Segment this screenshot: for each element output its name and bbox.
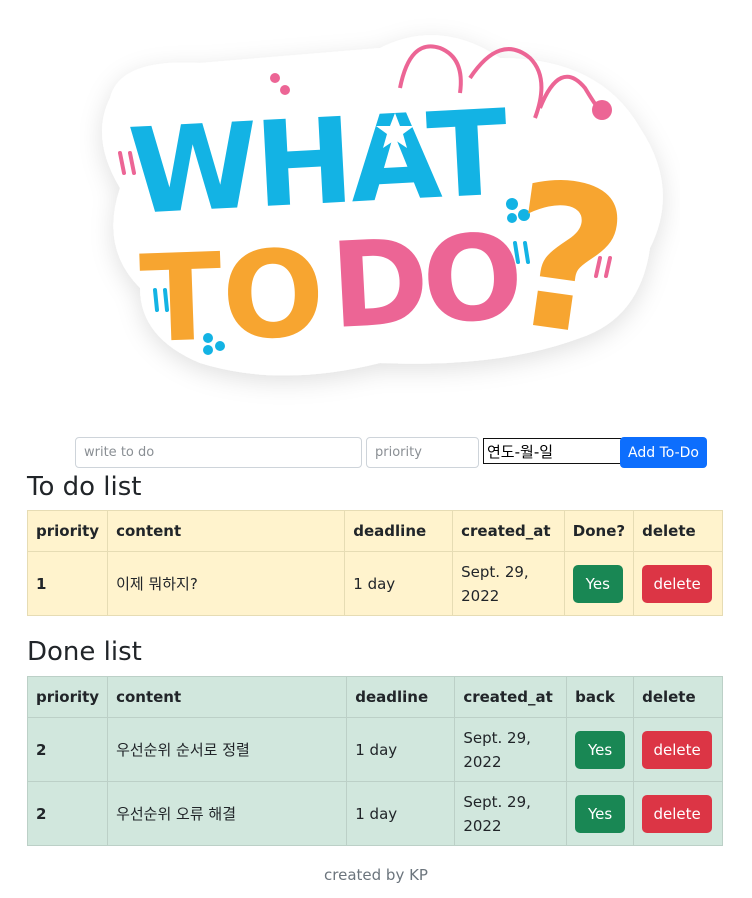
- col-deadline: deadline: [346, 676, 456, 718]
- priority-input[interactable]: [366, 437, 479, 468]
- add-todo-button[interactable]: Add To-Do: [620, 437, 707, 468]
- col-back: back: [566, 676, 635, 718]
- delete-button[interactable]: delete: [642, 794, 713, 833]
- todo-table: priority content deadline created_at Don…: [26, 510, 723, 616]
- table-row: 1 이제 뭐하지? 1 day Sept. 29, 2022 Yes delet…: [26, 551, 723, 616]
- col-deadline: deadline: [344, 510, 454, 552]
- deadline-cell: 1 day: [346, 781, 456, 846]
- what-to-do-logo: WHAT TO DO ?: [80, 18, 680, 418]
- delete-cell: delete: [633, 717, 723, 782]
- created-at-cell: Sept. 29, 2022: [452, 551, 565, 616]
- created-year: 2022: [461, 586, 500, 605]
- done-yes-button[interactable]: Yes: [572, 564, 623, 603]
- delete-cell: delete: [633, 551, 723, 616]
- content-cell: 우선순위 오류 해결: [107, 781, 348, 846]
- deadline-cell: 1 day: [344, 551, 454, 616]
- priority-cell: 2: [26, 717, 109, 782]
- todo-list-heading: To do list: [27, 472, 142, 502]
- created-date: Sept. 29,: [463, 728, 531, 747]
- delete-button[interactable]: delete: [642, 730, 713, 769]
- col-created-at: created_at: [454, 676, 568, 718]
- todo-input[interactable]: [75, 437, 362, 468]
- footer-credit: created by KP: [324, 866, 428, 884]
- done-table: priority content deadline created_at bac…: [26, 676, 723, 846]
- col-priority: priority: [26, 510, 109, 552]
- col-created-at: created_at: [452, 510, 565, 552]
- created-date: Sept. 29,: [461, 562, 529, 581]
- content-cell: 이제 뭐하지?: [107, 551, 346, 616]
- col-content: content: [107, 510, 346, 552]
- back-yes-button[interactable]: Yes: [575, 794, 626, 833]
- delete-cell: delete: [633, 781, 723, 846]
- created-year: 2022: [463, 816, 502, 835]
- created-at-cell: Sept. 29, 2022: [454, 717, 568, 782]
- created-at-cell: Sept. 29, 2022: [454, 781, 568, 846]
- table-header-row: priority content deadline created_at Don…: [26, 510, 723, 552]
- col-content: content: [107, 676, 348, 718]
- done-cell: Yes: [563, 551, 635, 616]
- created-year: 2022: [463, 752, 502, 771]
- col-done: Done?: [563, 510, 635, 552]
- table-header-row: priority content deadline created_at bac…: [26, 676, 723, 718]
- done-list-heading: Done list: [27, 637, 142, 667]
- deadline-cell: 1 day: [346, 717, 456, 782]
- back-cell: Yes: [566, 717, 635, 782]
- delete-button[interactable]: delete: [642, 564, 713, 603]
- priority-cell: 1: [26, 551, 109, 616]
- logo-line2-do: DO: [327, 207, 521, 355]
- back-yes-button[interactable]: Yes: [575, 730, 626, 769]
- col-priority: priority: [26, 676, 109, 718]
- table-row: 2 우선순위 순서로 정렬 1 day Sept. 29, 2022 Yes d…: [26, 717, 723, 782]
- content-cell: 우선순위 순서로 정렬: [107, 717, 348, 782]
- created-date: Sept. 29,: [463, 792, 531, 811]
- back-cell: Yes: [566, 781, 635, 846]
- date-placeholder: 연도-월-일: [487, 442, 554, 461]
- table-row: 2 우선순위 오류 해결 1 day Sept. 29, 2022 Yes de…: [26, 781, 723, 846]
- priority-cell: 2: [26, 781, 109, 846]
- col-delete: delete: [633, 676, 723, 718]
- col-delete: delete: [633, 510, 723, 552]
- logo-line2-to: TO: [138, 225, 327, 370]
